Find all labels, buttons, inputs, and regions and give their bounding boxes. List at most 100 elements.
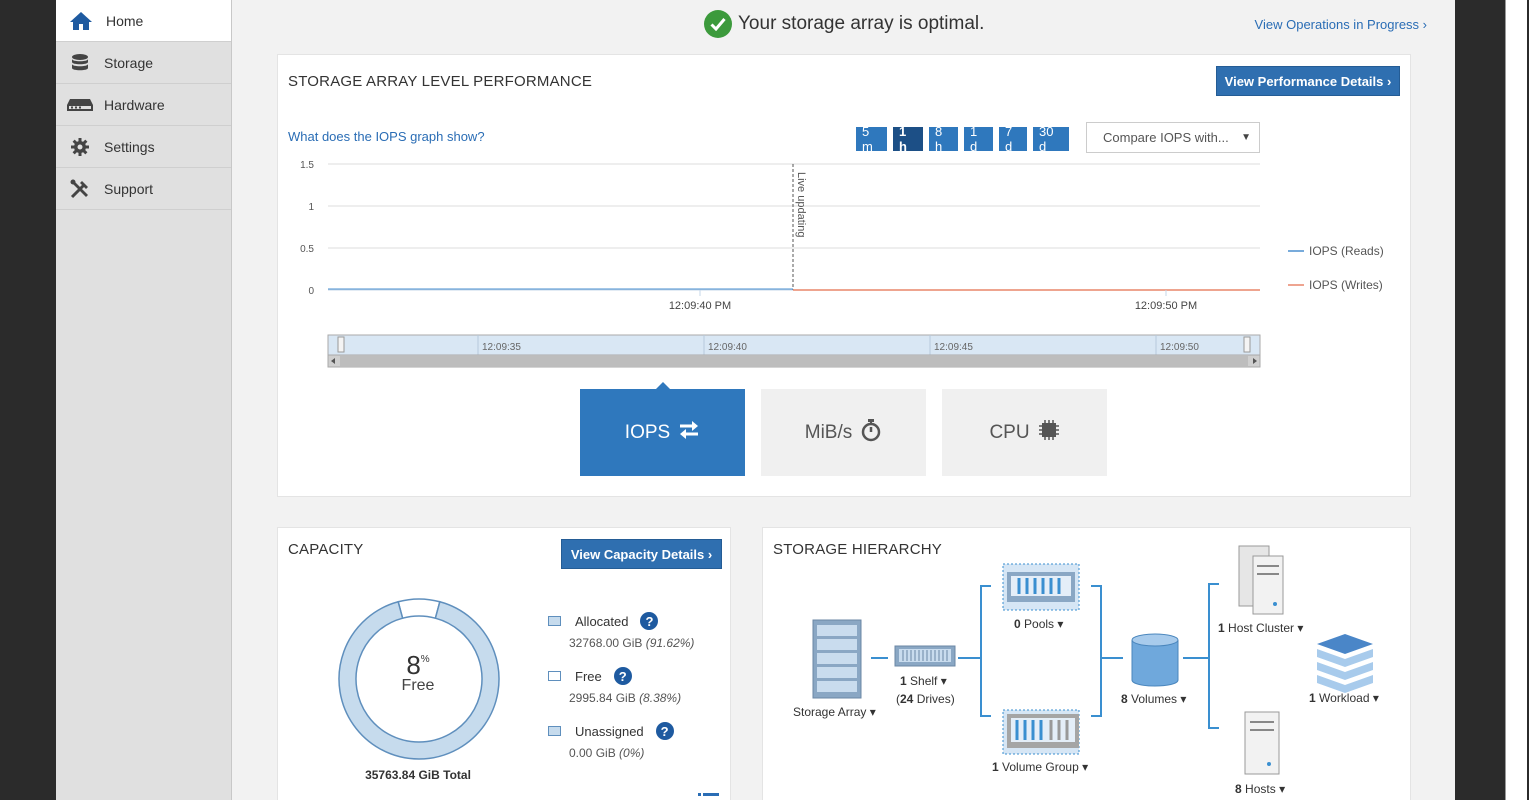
sidebar-item-label: Support [104,180,154,197]
legend-label: Allocated [575,613,629,629]
compare-iops-select[interactable]: Compare IOPS with... ▼ [1086,122,1260,153]
compare-select-value: Compare IOPS with... [1103,130,1229,145]
legend-swatch [548,671,561,681]
window-frame-right [1455,0,1529,800]
legend-swatch [548,616,561,626]
view-operations-link[interactable]: View Operations in Progress › [1255,17,1427,32]
volume-group-icon[interactable] [1002,709,1080,755]
live-updating-label: Live updating [795,172,807,237]
sidebar-item-label: Home [106,12,144,29]
y-tick-label: 1 [308,202,314,213]
capacity-panel: CAPACITY View Capacity Details › 8% Free… [277,527,731,800]
navigator-range[interactable] [327,334,1261,356]
navigator-label: 12:09:50 [1160,342,1199,353]
volumes-menu[interactable]: 8 Volumes ▾ [1121,692,1186,706]
range-30d-button[interactable]: 30 d [1033,124,1069,154]
legend-swatch [548,726,561,736]
free-label: Free [401,677,435,694]
help-icon[interactable]: ? [613,667,632,685]
list-icon[interactable] [698,792,720,800]
view-capacity-details-button[interactable]: View Capacity Details › [561,539,722,569]
host-cluster-menu[interactable]: 1 Host Cluster ▾ [1218,621,1303,635]
range-1d-button[interactable]: 1 d [964,124,993,154]
legend-label: Unassigned [575,723,644,739]
sidebar-item-label: Hardware [104,96,165,113]
volume-group-menu[interactable]: 1 Volume Group ▾ [992,760,1088,774]
sidebar-item-home[interactable]: Home [56,0,231,42]
sidebar-item-hardware[interactable]: Hardware [56,84,231,126]
storage-hierarchy-panel: STORAGE HIERARCHY Storage Array ▾ 1 Shel… [762,527,1411,800]
legend-unassigned: Unassigned? 0.00 GiB (0%) [548,722,674,760]
legend-allocated: Allocated? 32768.00 GiB (91.62%) [548,612,694,650]
help-icon[interactable]: ? [655,722,674,740]
storage-array-icon[interactable] [812,619,862,699]
tile-cpu[interactable]: CPU [942,389,1107,476]
y-tick-label: 1.5 [300,160,314,171]
sidebar-item-support[interactable]: Support [56,168,231,210]
range-5m-button[interactable]: 5 m [856,124,887,154]
sidebar-item-storage[interactable]: Storage [56,42,231,84]
pools-menu[interactable]: 0 Pools ▾ [1014,617,1063,631]
navigator-handle-left[interactable] [337,336,345,353]
sidebar-item-settings[interactable]: Settings [56,126,231,168]
range-7d-button[interactable]: 7 d [999,124,1027,154]
shelf-menu[interactable]: 1 Shelf ▾ [900,674,947,688]
tile-iops[interactable]: IOPS [580,382,745,476]
tile-label: MiB/s [804,421,853,443]
hosts-server-icon[interactable] [1244,711,1280,775]
range-8h-button[interactable]: 8 h [929,124,958,154]
navigator-handle-right[interactable] [1243,336,1251,353]
swap-arrows-icon [678,420,700,446]
view-performance-details-button[interactable]: View Performance Details › [1216,66,1400,96]
panel-title: CAPACITY [288,541,364,558]
status-text: Your storage array is optimal. [738,13,985,34]
stopwatch-icon [860,418,882,448]
navigator-scroll-thumb[interactable] [340,356,1248,366]
home-icon [56,11,106,31]
pools-icon[interactable] [1002,563,1080,611]
shelf-icon[interactable] [894,645,956,667]
help-icon[interactable]: ? [640,612,659,630]
performance-panel: STORAGE ARRAY LEVEL PERFORMANCE View Per… [277,54,1411,497]
main-content: Your storage array is optimal. View Oper… [232,0,1455,800]
workload-stack-icon[interactable] [1317,634,1373,693]
time-range-selector: 5 m 1 h 8 h 1 d 7 d 30 d [856,124,1069,154]
tile-mibs[interactable]: MiB/s [761,389,926,476]
legend-value: 32768.00 GiB (91.62%) [569,636,695,650]
sidebar-item-label: Storage [104,54,154,71]
y-tick-label: 0 [308,286,314,297]
x-tick-label: 12:09:40 PM [669,300,731,312]
legend-label: Free [575,668,602,684]
drives-count: (24 Drives) [896,692,955,706]
volumes-cylinder-icon[interactable] [1131,633,1179,687]
sidebar: Home Storage Hardware Settings Support [56,0,232,800]
storage-array-menu[interactable]: Storage Array ▾ [793,705,876,719]
window-frame-left [0,0,56,800]
chevron-down-icon: ▼ [1241,132,1251,143]
panel-title: STORAGE ARRAY LEVEL PERFORMANCE [288,73,593,90]
gear-icon [56,137,104,157]
hosts-menu[interactable]: 8 Hosts ▾ [1235,782,1285,796]
x-tick-label: 12:09:50 PM [1135,300,1197,312]
tools-icon [56,178,104,200]
navigator-label: 12:09:45 [934,342,973,353]
workload-menu[interactable]: 1 Workload ▾ [1309,691,1379,705]
check-circle-icon [704,10,732,38]
iops-help-link[interactable]: What does the IOPS graph show? [288,129,485,144]
hardware-icon [56,97,104,113]
tile-label: IOPS [624,421,671,443]
iops-chart: 1.5 1 0.5 0 Live updating 12:09:40 PM 12:09:50… [300,160,1384,368]
sidebar-item-label: Settings [104,138,155,155]
database-icon [56,53,104,73]
navigator-label: 12:09:35 [482,342,521,353]
scrollbar-track[interactable] [1505,0,1527,800]
donut-segment-free [397,598,441,620]
y-tick-label: 0.5 [300,244,314,255]
legend-label[interactable]: IOPS (Writes) [1309,278,1383,292]
host-cluster-icon[interactable] [1238,545,1284,615]
tile-label: CPU [989,421,1030,443]
donut-center: 8% Free [368,650,468,695]
legend-label[interactable]: IOPS (Reads) [1309,244,1384,258]
range-1h-button[interactable]: 1 h [893,124,923,154]
metric-tiles: IOPS MiB/s CPU [580,382,1107,476]
